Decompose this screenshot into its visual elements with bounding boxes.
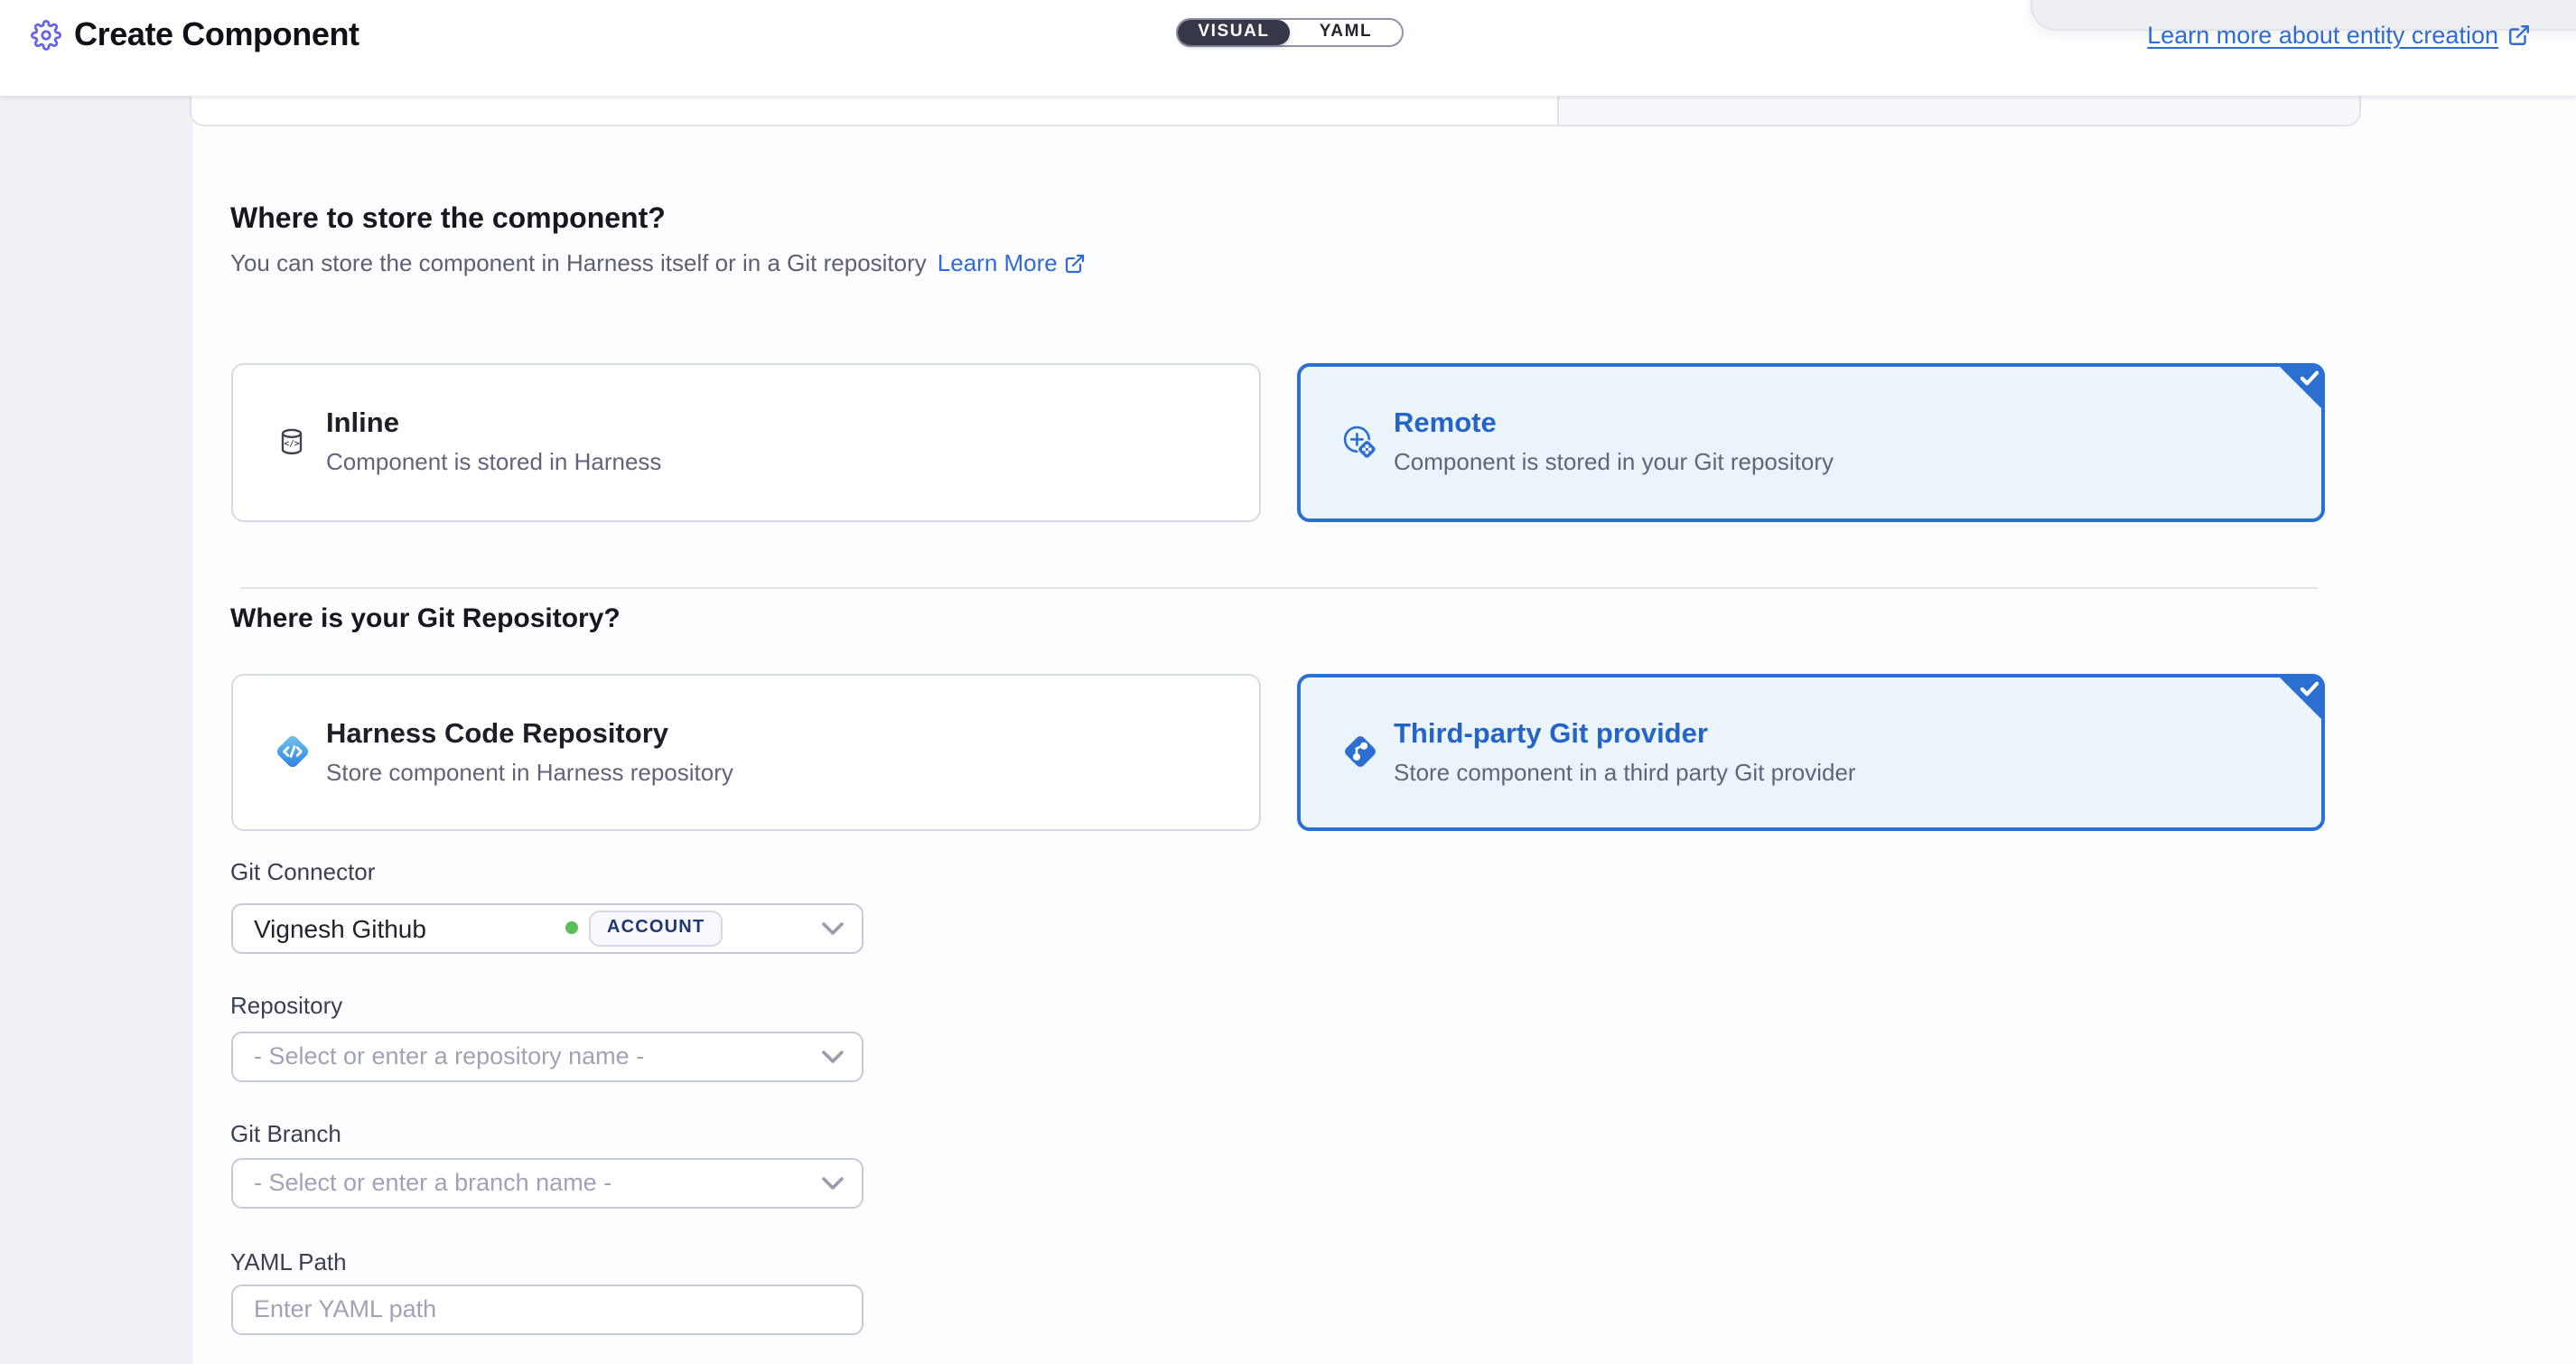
git-section-heading: Where is your Git Repository?: [230, 603, 621, 634]
external-link-icon: [2507, 23, 2531, 47]
card-title: Remote: [1394, 407, 1834, 442]
card-description: Store component in Harness repository: [326, 759, 733, 788]
remote-store-icon: [1339, 421, 1379, 464]
create-component-page: Create Component VISUAL YAML Learn more …: [0, 0, 2576, 1364]
git-branch-placeholder: - Select or enter a branch name -: [254, 1169, 611, 1196]
section-separator: [239, 587, 2317, 590]
tab-visual[interactable]: VISUAL: [1178, 20, 1290, 44]
git-connector-value: Vignesh Github: [254, 913, 426, 942]
learn-more-link[interactable]: Learn More: [938, 249, 1087, 276]
card-title: Third-party Git provider: [1394, 717, 1856, 752]
page-title: Create Component: [74, 16, 359, 54]
card-harness-code[interactable]: Harness Code Repository Store component …: [230, 674, 1260, 830]
card-inline-texts: Inline Component is stored in Harness: [326, 407, 661, 478]
inline-store-icon: </>: [272, 421, 312, 464]
card-title: Inline: [326, 407, 661, 442]
selected-check-corner: [2276, 363, 2325, 412]
form-panel-bottom: [191, 96, 1557, 126]
git-branch-label: Git Branch: [230, 1120, 341, 1147]
selected-check-corner: [2276, 674, 2325, 723]
git-connector-select[interactable]: Vignesh Github ACCOUNT: [230, 902, 863, 953]
card-third-party-git[interactable]: Third-party Git provider Store component…: [1296, 674, 2325, 830]
check-icon: [2300, 369, 2319, 386]
chevron-down-icon: [821, 1049, 843, 1063]
help-link-label: Learn more about entity creation: [2147, 22, 2498, 49]
chevron-down-icon: [821, 920, 843, 935]
git-option-cards: Harness Code Repository Store component …: [230, 674, 2325, 830]
scrolled-panel-bottom: [190, 96, 2361, 127]
chevron-down-icon: [821, 1175, 843, 1190]
store-section-subtitle: You can store the component in Harness i…: [230, 249, 1087, 276]
repository-label: Repository: [230, 992, 342, 1019]
git-connector-label: Git Connector: [230, 858, 375, 885]
tab-yaml[interactable]: YAML: [1290, 20, 1402, 44]
card-remote-texts: Remote Component is stored in your Git r…: [1394, 407, 1834, 478]
git-branch-select[interactable]: - Select or enter a branch name -: [230, 1157, 863, 1208]
store-section-heading: Where to store the component?: [230, 204, 666, 237]
learn-more-label: Learn More: [938, 249, 1058, 276]
store-option-cards: </> Inline Component is stored in Harnes…: [230, 363, 2325, 521]
card-description: Store component in a third party Git pro…: [1394, 759, 1856, 788]
card-title: Harness Code Repository: [326, 717, 733, 752]
side-panel-bottom: [1557, 96, 2359, 126]
repository-placeholder: - Select or enter a repository name -: [254, 1042, 644, 1070]
check-icon: [2300, 680, 2319, 696]
external-link-icon: [1065, 252, 1087, 274]
page-header: Create Component VISUAL YAML Learn more …: [0, 0, 2576, 95]
scope-badge: ACCOUNT: [589, 910, 723, 946]
card-third-party-texts: Third-party Git provider Store component…: [1394, 717, 1856, 788]
git-provider-icon: [1339, 731, 1379, 774]
visual-yaml-toggle: VISUAL YAML: [1176, 18, 1404, 46]
svg-text:</>: </>: [284, 439, 299, 449]
card-harness-code-texts: Harness Code Repository Store component …: [326, 717, 733, 788]
store-subtitle-text: You can store the component in Harness i…: [230, 249, 927, 276]
card-inline[interactable]: </> Inline Component is stored in Harnes…: [230, 363, 1260, 521]
repository-select[interactable]: - Select or enter a repository name -: [230, 1031, 863, 1081]
header-title-group: Create Component: [31, 16, 359, 54]
yaml-path-label: YAML Path: [230, 1248, 347, 1275]
card-remote[interactable]: Remote Component is stored in your Git r…: [1296, 363, 2325, 521]
card-description: Component is stored in Harness: [326, 449, 661, 478]
connector-status-dot: [565, 921, 578, 934]
learn-more-entity-creation-link[interactable]: Learn more about entity creation: [2147, 22, 2531, 49]
gear-icon: [31, 20, 61, 51]
yaml-path-input[interactable]: [230, 1284, 863, 1334]
harness-code-icon: [272, 731, 312, 774]
card-description: Component is stored in your Git reposito…: [1394, 449, 1834, 478]
